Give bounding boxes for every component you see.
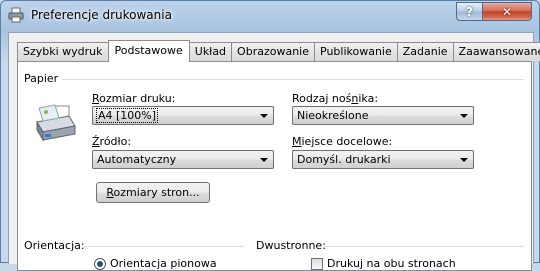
chevron-down-icon: [460, 114, 468, 118]
printer-paper-icon: [36, 104, 76, 142]
window-title: Preferencje drukowania: [31, 8, 172, 22]
dialog-client: Szybki wydruk Podstawowe Układ Obrazowan…: [8, 32, 540, 271]
dialog-window: Preferencje drukowania ? ✕ Szybki wydruk…: [0, 0, 540, 271]
destination-label: Miejsce docelowe:: [292, 135, 393, 148]
tab-advanced[interactable]: Zaawansowane: [452, 42, 540, 61]
help-button[interactable]: ?: [456, 2, 483, 21]
media-type-value: Nieokreślone: [297, 109, 369, 122]
tab-panel-basic: Papier Rozmiar druku: A4 [100%] Rodzaj n…: [17, 61, 532, 271]
print-size-value: A4 [100%]: [95, 108, 159, 123]
paper-group-label: Papier: [24, 72, 59, 85]
chevron-down-icon: [260, 114, 268, 118]
chevron-down-icon: [460, 158, 468, 162]
tab-imaging[interactable]: Obrazowanie: [231, 42, 315, 61]
duplex-group-label: Dwustronne:: [256, 239, 326, 252]
portrait-radio[interactable]: [94, 258, 106, 270]
tab-quick-print[interactable]: Szybki wydruk: [17, 42, 109, 61]
orientation-group-label: Orientacja:: [24, 239, 85, 252]
media-type-select[interactable]: Nieokreślone: [292, 106, 474, 125]
destination-select[interactable]: Domyśl. drukarki: [292, 150, 474, 169]
printer-icon: [8, 7, 24, 23]
tab-job[interactable]: Zadanie: [396, 42, 454, 61]
close-button[interactable]: ✕: [483, 2, 532, 21]
source-select[interactable]: Automatyczny: [92, 150, 274, 169]
portrait-label: Orientacja pionowa: [110, 257, 217, 270]
tab-publishing[interactable]: Publikowanie: [314, 42, 398, 61]
print-size-select[interactable]: A4 [100%]: [92, 106, 274, 125]
duplex-divider: [324, 246, 524, 247]
tab-strip: Szybki wydruk Podstawowe Układ Obrazowan…: [17, 40, 540, 62]
source-value: Automatyczny: [97, 153, 177, 166]
close-icon: ✕: [501, 4, 513, 19]
duplex-label: Drukuj na obu stronach: [327, 257, 456, 270]
duplex-checkbox[interactable]: [311, 258, 323, 270]
chevron-down-icon: [260, 158, 268, 162]
tab-basic[interactable]: Podstawowe: [107, 40, 190, 62]
print-size-label: Rozmiar druku:: [92, 92, 176, 105]
destination-value: Domyśl. drukarki: [297, 153, 391, 166]
orientation-divider: [84, 246, 244, 247]
page-sizes-button[interactable]: Rozmiary stron...: [96, 182, 210, 203]
paper-group-divider: [62, 79, 524, 80]
tab-layout[interactable]: Układ: [188, 42, 233, 61]
source-label: Źródło:: [92, 135, 132, 148]
title-bar[interactable]: Preferencje drukowania ? ✕: [1, 1, 540, 31]
media-type-label: Rodzaj nośnika:: [292, 92, 379, 105]
